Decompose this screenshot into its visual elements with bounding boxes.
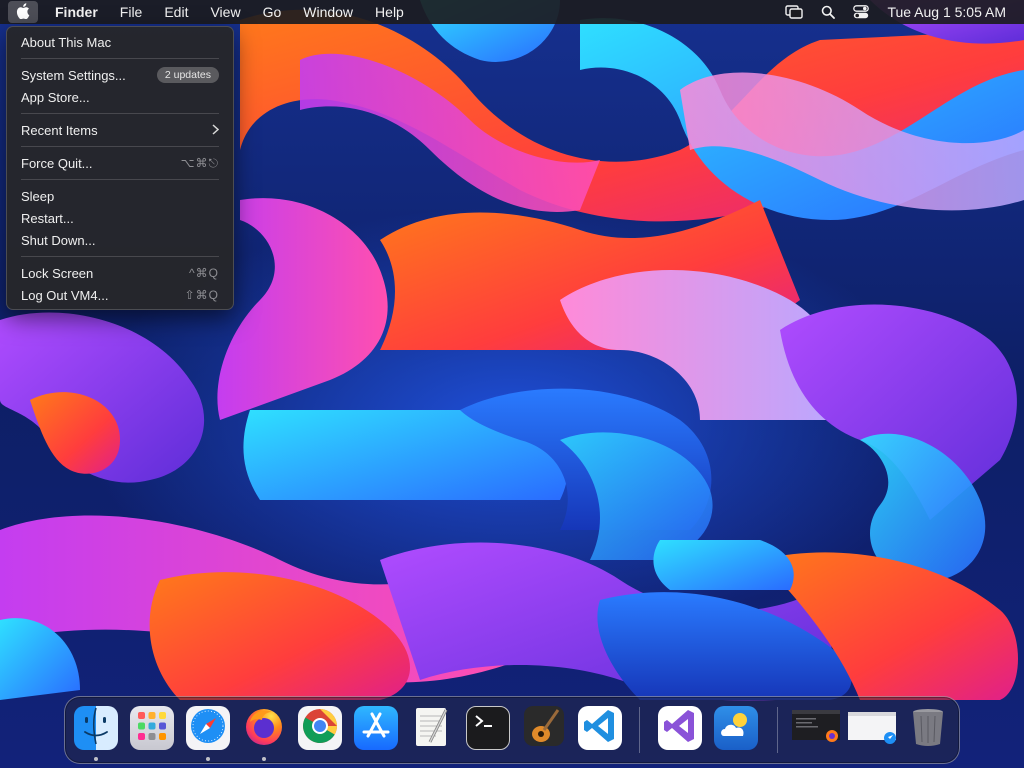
dock-app-app-store[interactable]	[354, 706, 398, 750]
dock-app-firefox[interactable]	[242, 706, 286, 750]
menu-item-system-settings[interactable]: System Settings... 2 updates	[7, 64, 233, 86]
terminal-icon	[468, 707, 508, 749]
running-indicator	[206, 757, 210, 761]
minimized-window-icon	[848, 706, 898, 750]
keyboard-shortcut: ^⌘Q	[189, 266, 219, 280]
menu-item-sleep[interactable]: Sleep	[7, 185, 233, 207]
menu-separator	[21, 113, 219, 114]
dock	[64, 696, 960, 764]
menu-separator	[21, 256, 219, 257]
menu-item-shut-down[interactable]: Shut Down...	[7, 229, 233, 251]
textedit-icon	[410, 706, 454, 750]
menu-item-recent-items[interactable]: Recent Items	[7, 119, 233, 141]
menu-window[interactable]: Window	[292, 0, 364, 24]
menu-item-about-this-mac[interactable]: About This Mac	[7, 31, 233, 53]
menu-separator	[21, 179, 219, 180]
garageband-icon	[522, 706, 566, 750]
launchpad-icon	[130, 706, 174, 750]
menu-app-finder[interactable]: Finder	[44, 0, 109, 24]
apple-menu-dropdown: About This Mac System Settings... 2 upda…	[6, 26, 234, 310]
dock-app-terminal[interactable]	[466, 706, 510, 750]
running-indicator	[262, 757, 266, 761]
menu-item-app-store[interactable]: App Store...	[7, 86, 233, 108]
apple-menu-button[interactable]	[8, 1, 38, 23]
dock-separator	[639, 707, 640, 753]
menu-separator	[21, 146, 219, 147]
menu-item-force-quit[interactable]: Force Quit... ⌥⌘⎋	[7, 152, 233, 174]
menu-view[interactable]: View	[199, 0, 251, 24]
dock-app-safari[interactable]	[186, 706, 230, 750]
menu-item-label: System Settings...	[21, 67, 126, 83]
menu-item-label: App Store...	[21, 89, 90, 105]
menu-edit[interactable]: Edit	[153, 0, 199, 24]
dock-minimized-window-safari[interactable]	[848, 706, 898, 750]
trash-icon	[906, 706, 950, 750]
menu-item-lock-screen[interactable]: Lock Screen ^⌘Q	[7, 262, 233, 284]
dock-app-garageband[interactable]	[522, 706, 566, 750]
menu-item-label: Recent Items	[21, 122, 98, 138]
dock-app-vscode[interactable]	[578, 706, 622, 750]
menu-separator	[21, 58, 219, 59]
updates-badge: 2 updates	[156, 67, 219, 83]
vscode-icon	[578, 706, 622, 750]
screen-mirroring-icon[interactable]	[785, 5, 804, 19]
control-center-icon[interactable]	[853, 5, 870, 19]
menu-bar: Finder File Edit View Go Window Help Tue…	[0, 0, 1024, 24]
keyboard-shortcut: ⌥⌘⎋	[180, 155, 219, 170]
menu-item-label: Force Quit...	[21, 155, 93, 171]
dock-app-visual-studio[interactable]	[658, 706, 702, 750]
keyboard-shortcut: ⇧⌘Q	[184, 288, 219, 302]
menu-go[interactable]: Go	[252, 0, 293, 24]
menu-item-label: Sleep	[21, 188, 55, 204]
menu-bar-status: Tue Aug 1 5:05 AM	[785, 0, 1024, 24]
chrome-icon	[298, 706, 342, 750]
finder-icon	[74, 706, 118, 750]
safari-icon	[186, 706, 230, 750]
menu-item-label: Restart...	[21, 210, 74, 226]
dock-app-finder[interactable]	[74, 706, 118, 750]
dock-trash[interactable]	[906, 706, 950, 750]
dock-app-textedit[interactable]	[410, 706, 454, 750]
apple-logo-icon	[16, 2, 30, 22]
visual-studio-icon	[658, 706, 702, 750]
dock-minimized-window-firefox[interactable]	[792, 706, 840, 750]
dock-app-chrome[interactable]	[298, 706, 342, 750]
spotlight-search-icon[interactable]	[821, 5, 836, 19]
menu-item-label: About This Mac	[21, 34, 112, 50]
menu-help[interactable]: Help	[364, 0, 415, 24]
firefox-icon	[242, 706, 286, 750]
menu-item-label: Shut Down...	[21, 232, 96, 248]
menu-file[interactable]: File	[109, 0, 154, 24]
menu-bar-clock[interactable]: Tue Aug 1 5:05 AM	[887, 4, 1006, 20]
dock-app-launchpad[interactable]	[130, 706, 174, 750]
menu-item-log-out[interactable]: Log Out VM4... ⇧⌘Q	[7, 284, 233, 306]
menu-item-restart[interactable]: Restart...	[7, 207, 233, 229]
dock-separator	[777, 707, 778, 753]
dock-app-weather[interactable]	[714, 706, 758, 750]
minimized-window-icon	[792, 706, 840, 750]
menu-item-label: Log Out VM4...	[21, 287, 109, 303]
menu-item-label: Lock Screen	[21, 265, 94, 281]
weather-icon	[714, 706, 758, 750]
running-indicator	[94, 757, 98, 761]
chevron-right-icon	[212, 123, 220, 138]
menu-bar-left: Finder File Edit View Go Window Help	[0, 0, 415, 24]
app-store-icon	[354, 706, 398, 750]
